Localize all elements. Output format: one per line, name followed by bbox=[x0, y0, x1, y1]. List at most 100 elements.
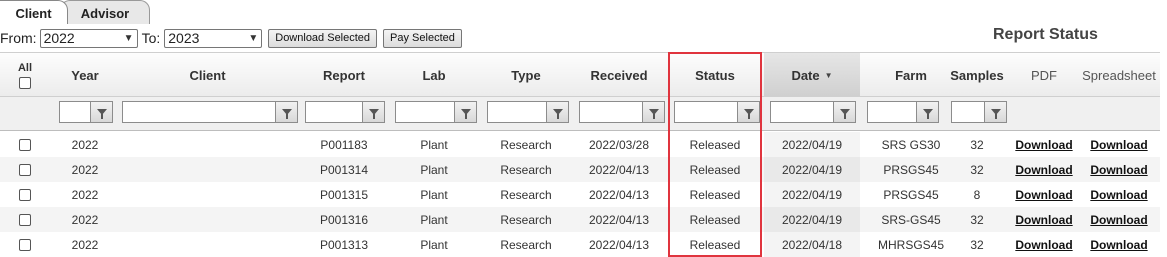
column-header-date[interactable]: Date ▼ bbox=[764, 53, 860, 98]
cell-samples: 32 bbox=[970, 162, 984, 177]
cell-year: 2022 bbox=[71, 187, 99, 202]
filter-year bbox=[59, 101, 113, 123]
cell-status: Released bbox=[689, 187, 741, 202]
tab-advisor[interactable]: Advisor bbox=[60, 0, 150, 24]
filter-icon bbox=[552, 109, 563, 119]
cell-received: 2022/04/13 bbox=[588, 187, 650, 202]
filter-icon bbox=[96, 109, 107, 119]
column-header-samples[interactable]: Samples bbox=[946, 53, 1008, 98]
column-header-farm[interactable]: Farm bbox=[866, 53, 956, 98]
cell-samples: 8 bbox=[973, 187, 981, 202]
filter-received-input[interactable] bbox=[579, 101, 643, 123]
select-all-label: All bbox=[17, 62, 33, 74]
table-row: 2022 P001313 Plant Research 2022/04/13 R… bbox=[0, 232, 1160, 257]
filter-status-button[interactable] bbox=[738, 101, 760, 123]
filter-client-button[interactable] bbox=[276, 101, 298, 123]
column-header-type[interactable]: Type bbox=[485, 53, 567, 98]
cell-received: 2022/04/13 bbox=[588, 162, 650, 177]
filter-icon bbox=[281, 109, 292, 119]
row-select-cell bbox=[0, 232, 50, 257]
filter-client bbox=[122, 101, 298, 123]
cell-report: P001316 bbox=[319, 212, 369, 227]
filter-date-button[interactable] bbox=[834, 101, 856, 123]
table-row: 2022 P001314 Plant Research 2022/04/13 R… bbox=[0, 157, 1160, 182]
cell-pdf: Download bbox=[1010, 207, 1078, 232]
cell-samples: 32 bbox=[970, 237, 984, 252]
column-header-status[interactable]: Status bbox=[670, 53, 760, 98]
filter-icon bbox=[743, 109, 754, 119]
column-header-received[interactable]: Received bbox=[577, 53, 661, 98]
cell-spreadsheet: Download bbox=[1080, 232, 1158, 257]
filter-report bbox=[305, 101, 385, 123]
to-year-value: 2023 bbox=[168, 30, 200, 46]
cell-lab: Plant bbox=[420, 212, 448, 227]
cell-samples: 32 bbox=[970, 212, 984, 227]
cell-report: P001183 bbox=[320, 137, 368, 152]
filter-samples-button[interactable] bbox=[985, 101, 1007, 123]
pdf-download-link[interactable]: Download bbox=[1015, 138, 1072, 152]
filter-type-button[interactable] bbox=[547, 101, 569, 123]
filter-icon bbox=[368, 109, 379, 119]
filter-year-button[interactable] bbox=[91, 101, 113, 123]
column-header-year[interactable]: Year bbox=[55, 53, 115, 98]
spreadsheet-download-link[interactable]: Download bbox=[1090, 138, 1147, 152]
filter-samples-input[interactable] bbox=[951, 101, 985, 123]
filter-icon bbox=[648, 109, 659, 119]
pdf-download-link[interactable]: Download bbox=[1015, 238, 1072, 252]
filter-row bbox=[0, 97, 1160, 131]
cell-type: Research bbox=[500, 212, 552, 227]
select-all-header: All bbox=[0, 53, 50, 98]
filter-status-input[interactable] bbox=[674, 101, 738, 123]
filter-type-input[interactable] bbox=[487, 101, 547, 123]
download-selected-button[interactable]: Download Selected bbox=[268, 28, 378, 48]
cell-date: 2022/04/18 bbox=[764, 232, 860, 257]
year-filter-bar: From: 2022 ▼ To: 2023 ▼ Download Selecte… bbox=[0, 27, 462, 49]
filter-date-input[interactable] bbox=[770, 101, 834, 123]
select-all-checkbox[interactable] bbox=[19, 77, 31, 89]
filter-date bbox=[770, 101, 856, 123]
filter-received-button[interactable] bbox=[643, 101, 665, 123]
row-checkbox[interactable] bbox=[19, 138, 31, 151]
spreadsheet-download-link[interactable]: Download bbox=[1090, 213, 1147, 227]
pdf-download-link[interactable]: Download bbox=[1015, 188, 1072, 202]
pdf-download-link[interactable]: Download bbox=[1015, 213, 1072, 227]
cell-spreadsheet: Download bbox=[1080, 132, 1158, 157]
chevron-down-icon: ▼ bbox=[248, 32, 259, 44]
row-select-cell bbox=[0, 182, 50, 207]
cell-lab: Plant bbox=[420, 187, 448, 202]
from-year-select[interactable]: 2022 ▼ bbox=[39, 28, 138, 48]
cell-lab: Plant bbox=[420, 137, 448, 152]
spreadsheet-download-link[interactable]: Download bbox=[1090, 163, 1147, 177]
filter-farm-button[interactable] bbox=[917, 101, 939, 123]
filter-report-button[interactable] bbox=[363, 101, 385, 123]
cell-farm: PRSGS45 bbox=[883, 162, 939, 177]
sort-descending-icon: ▼ bbox=[824, 71, 833, 80]
cell-report: P001314 bbox=[319, 162, 369, 177]
cell-year: 2022 bbox=[71, 212, 99, 227]
cell-year: 2022 bbox=[71, 237, 99, 252]
to-year-select[interactable]: 2023 ▼ bbox=[164, 28, 263, 48]
column-header-report[interactable]: Report bbox=[300, 53, 388, 98]
cell-pdf: Download bbox=[1010, 182, 1078, 207]
filter-client-input[interactable] bbox=[122, 101, 276, 123]
spreadsheet-download-link[interactable]: Download bbox=[1090, 188, 1147, 202]
tab-client[interactable]: Client bbox=[0, 0, 68, 24]
from-year-value: 2022 bbox=[43, 30, 75, 46]
row-checkbox[interactable] bbox=[19, 188, 31, 201]
row-checkbox[interactable] bbox=[19, 238, 31, 251]
column-header-client[interactable]: Client bbox=[120, 53, 295, 98]
pay-selected-button[interactable]: Pay Selected bbox=[383, 28, 462, 48]
spreadsheet-download-link[interactable]: Download bbox=[1090, 238, 1147, 252]
filter-lab-button[interactable] bbox=[455, 101, 477, 123]
row-checkbox[interactable] bbox=[19, 163, 31, 176]
column-header-lab[interactable]: Lab bbox=[393, 53, 475, 98]
filter-lab-input[interactable] bbox=[395, 101, 455, 123]
filter-year-input[interactable] bbox=[59, 101, 91, 123]
filter-farm-input[interactable] bbox=[867, 101, 917, 123]
cell-farm: MHRSGS45 bbox=[877, 237, 945, 252]
filter-report-input[interactable] bbox=[305, 101, 363, 123]
pdf-download-link[interactable]: Download bbox=[1015, 163, 1072, 177]
row-checkbox[interactable] bbox=[19, 213, 31, 226]
column-header-pdf: PDF bbox=[1031, 68, 1057, 83]
cell-pdf: Download bbox=[1010, 157, 1078, 182]
